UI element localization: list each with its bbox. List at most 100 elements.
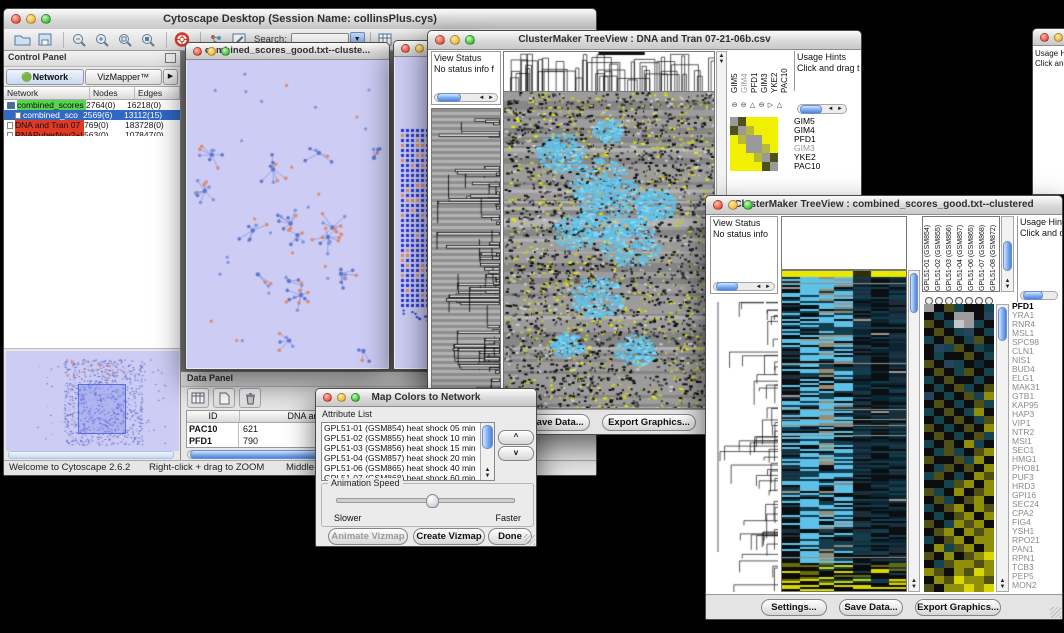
tree-tool-icon[interactable]: ⊖ (757, 101, 766, 110)
heatmap-cell[interactable] (944, 320, 954, 328)
matrix-cell[interactable] (754, 126, 762, 135)
heatmap-cell[interactable] (974, 528, 984, 536)
heatmap-cell[interactable] (924, 544, 934, 552)
main-titlebar[interactable]: Cytoscape Desktop (Session Name: collins… (4, 9, 596, 30)
gene-label[interactable]: HMG1 (1012, 455, 1062, 464)
heatmap-cell[interactable] (924, 464, 934, 472)
heatmap-cell[interactable] (934, 528, 944, 536)
scrollbar-thumb[interactable] (437, 93, 461, 102)
heatmap-cell[interactable] (964, 312, 974, 320)
attribute-list-item[interactable]: GPL51-03 (GSM856) heat shock 15 min (322, 443, 494, 453)
heatmap-cell[interactable] (984, 432, 994, 440)
matrix-cell[interactable] (738, 117, 746, 126)
heatmap-cell[interactable] (984, 536, 994, 544)
heatmap-cell[interactable] (964, 400, 974, 408)
heatmap-cell[interactable] (934, 448, 944, 456)
heatmap-cell[interactable] (964, 520, 974, 528)
heatmap-cell[interactable] (924, 552, 934, 560)
gene-label[interactable]: SPC98 (1012, 338, 1062, 347)
heatmap-cell[interactable] (984, 480, 994, 488)
column-id[interactable]: ID (187, 411, 240, 422)
heatmap-cell[interactable] (984, 568, 994, 576)
heatmap-cell[interactable] (964, 392, 974, 400)
scrollbar-thumb[interactable] (998, 307, 1007, 341)
delete-attribute-trash-icon[interactable] (239, 388, 261, 408)
matrix-cell[interactable] (770, 126, 778, 135)
heatmap-cell[interactable] (974, 352, 984, 360)
heatmap-cell[interactable] (984, 400, 994, 408)
gene-label[interactable]: PEP5 (1012, 572, 1062, 581)
heatmap-cell[interactable] (944, 512, 954, 520)
heatmap-cell[interactable] (944, 384, 954, 392)
heatmap-cell[interactable] (934, 568, 944, 576)
heatmap-cell[interactable] (954, 384, 964, 392)
zoom-panel-hscrollbar[interactable]: ◄ ► (797, 104, 847, 114)
matrix-cell[interactable] (754, 162, 762, 171)
heatmap-cell[interactable] (954, 520, 964, 528)
heatmap-cell[interactable] (944, 560, 954, 568)
minimize-button[interactable] (450, 35, 460, 45)
close-button[interactable] (713, 200, 723, 210)
move-down-button[interactable]: v (498, 446, 534, 461)
matrix-cell[interactable] (770, 117, 778, 126)
heatmap-cell[interactable] (964, 528, 974, 536)
heatmap-cell[interactable] (934, 304, 944, 312)
view-status-hscrollbar[interactable]: ◄ ► (434, 93, 498, 102)
gene-label[interactable]: CLN1 (1012, 347, 1062, 356)
heatmap-cell[interactable] (954, 432, 964, 440)
array-labels-vscrollbar[interactable]: ▲▼ (1001, 216, 1014, 292)
export-graphics-button[interactable]: Export Graphics... (915, 599, 1001, 616)
heatmap-cell[interactable] (954, 416, 964, 424)
heatmap-cell[interactable] (944, 368, 954, 376)
heatmap-cell[interactable] (944, 352, 954, 360)
new-attribute-icon[interactable] (213, 388, 235, 408)
heatmap-cell[interactable] (964, 576, 974, 584)
heatmap-cell[interactable] (984, 584, 994, 592)
column-dendrogram[interactable] (503, 51, 715, 92)
heatmap-cell[interactable] (954, 312, 964, 320)
slider-thumb[interactable] (426, 494, 439, 508)
heatmap-cell[interactable] (964, 376, 974, 384)
heatmap-cell[interactable] (934, 424, 944, 432)
heatmap-cell[interactable] (934, 496, 944, 504)
heatmap-cell[interactable] (934, 392, 944, 400)
matrix-cell[interactable] (762, 153, 770, 162)
heatmap-cell[interactable] (954, 456, 964, 464)
matrix-cell[interactable] (730, 135, 738, 144)
heatmap-cell[interactable] (954, 304, 964, 312)
heatmap-cell[interactable] (944, 536, 954, 544)
zoom-button[interactable] (351, 393, 360, 402)
heatmap-cell[interactable] (984, 496, 994, 504)
heatmap-cell[interactable] (974, 320, 984, 328)
heatmap-cell[interactable] (954, 320, 964, 328)
matrix-cell[interactable] (754, 153, 762, 162)
heatmap-cell[interactable] (974, 480, 984, 488)
matrix-cell[interactable] (770, 135, 778, 144)
heatmap-cell[interactable] (954, 488, 964, 496)
heatmap-cell[interactable] (964, 472, 974, 480)
heatmap-cell[interactable] (964, 584, 974, 592)
heatmap-cell[interactable] (974, 336, 984, 344)
heatmap-cell[interactable] (984, 464, 994, 472)
heatmap-cell[interactable] (984, 368, 994, 376)
heatmap-cell[interactable] (924, 376, 934, 384)
heatmap-cell[interactable] (964, 496, 974, 504)
scroll-arrows-icon[interactable]: ▲▼ (1002, 278, 1013, 290)
gene-label[interactable]: KAP95 (1012, 401, 1062, 410)
row-dendrogram[interactable] (431, 108, 501, 408)
heatmap-cell[interactable] (924, 448, 934, 456)
gene-label[interactable]: PFD1 (794, 135, 834, 144)
tree-tool-icon[interactable]: △ (748, 101, 757, 110)
heatmap-cell[interactable] (954, 576, 964, 584)
heatmap-cell[interactable] (944, 552, 954, 560)
heatmap-cell[interactable] (984, 544, 994, 552)
heatmap-cell[interactable] (934, 400, 944, 408)
heatmap-cell[interactable] (974, 560, 984, 568)
matrix-cell[interactable] (754, 117, 762, 126)
float-panel-icon[interactable] (165, 53, 176, 63)
heatmap-cell[interactable] (934, 432, 944, 440)
tree-tool-icon[interactable]: △ (775, 101, 784, 110)
heatmap-cell[interactable] (974, 568, 984, 576)
heatmap-canvas[interactable] (781, 270, 907, 592)
treeview1-titlebar[interactable]: ClusterMaker TreeView : DNA and Tran 07-… (428, 31, 861, 50)
